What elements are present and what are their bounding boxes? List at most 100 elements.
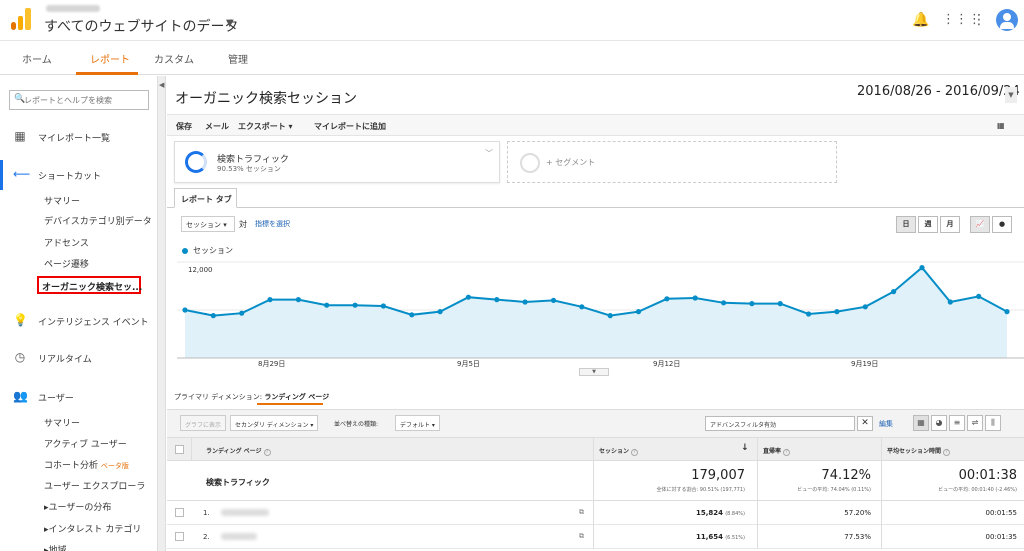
analytics-logo-icon[interactable] bbox=[11, 8, 33, 30]
tab-admin[interactable]: 管理 bbox=[228, 51, 248, 66]
data-point[interactable] bbox=[635, 309, 642, 315]
help-icon[interactable]: ? bbox=[783, 449, 791, 456]
data-point[interactable] bbox=[721, 300, 727, 306]
sidebar-item-adsense[interactable]: アドセンス bbox=[44, 236, 89, 249]
bell-icon[interactable]: 🔔 bbox=[912, 12, 929, 28]
column-header-bounce-rate[interactable]: 直帰率? bbox=[763, 446, 791, 456]
sidebar-item-my-reports[interactable]: ▦ マイレポート一覧 bbox=[0, 128, 158, 146]
data-point[interactable] bbox=[210, 313, 216, 319]
select-metric-link[interactable]: 指標を選択 bbox=[255, 219, 290, 229]
sessions-chart[interactable] bbox=[177, 258, 1024, 368]
caret-down-icon[interactable]: ▼ bbox=[226, 18, 234, 29]
segment-card[interactable]: 検索トラフィック 90.53% セッション ﹀ bbox=[174, 141, 500, 183]
sidebar-item-device[interactable]: デバイスカテゴリ別データ bbox=[44, 214, 152, 227]
data-point[interactable] bbox=[409, 312, 415, 318]
row-checkbox[interactable] bbox=[175, 532, 184, 541]
column-header-landing-page[interactable]: ランディング ページ? bbox=[206, 446, 271, 456]
chevron-down-icon[interactable]: ▼ bbox=[1005, 87, 1017, 103]
dimension-landing-page[interactable]: ランディング ページ bbox=[264, 393, 329, 401]
sidebar-collapse-toggle[interactable]: ◀ bbox=[158, 76, 166, 551]
export-button[interactable]: エクスポート ▾ bbox=[238, 121, 293, 132]
column-header-avg-duration[interactable]: 平均セッション時間? bbox=[887, 446, 951, 456]
plot-rows-button[interactable]: グラフに表示 bbox=[180, 415, 227, 431]
external-link-icon[interactable]: ⧉ bbox=[579, 532, 584, 541]
sidebar-item-demographics[interactable]: ▸ユーザーの分布 bbox=[44, 500, 111, 513]
tab-custom[interactable]: カスタム bbox=[154, 51, 194, 66]
edit-filter-link[interactable]: 編集 bbox=[879, 419, 893, 429]
sidebar-item-realtime[interactable]: ◷ リアルタイム bbox=[0, 349, 158, 367]
add-to-dashboard-button[interactable]: マイレポートに追加 bbox=[314, 121, 386, 132]
data-point[interactable] bbox=[862, 304, 868, 310]
metric-select[interactable]: セッション ▾ bbox=[181, 216, 235, 232]
external-link-icon[interactable]: ⧉ bbox=[579, 508, 584, 517]
sidebar-item-page-flow[interactable]: ページ遷移 bbox=[44, 257, 89, 270]
data-point[interactable] bbox=[947, 299, 953, 305]
data-point[interactable] bbox=[579, 304, 585, 310]
advanced-filter-input[interactable]: アドバンスフィルタ有効 bbox=[705, 416, 855, 431]
pivot-view-icon[interactable]: ⫼ bbox=[985, 415, 1001, 431]
chart-resize-handle[interactable]: ▼ bbox=[579, 368, 609, 376]
data-point[interactable] bbox=[380, 303, 386, 309]
data-point[interactable] bbox=[806, 311, 812, 317]
comparison-view-icon[interactable]: ⇌ bbox=[967, 415, 983, 431]
pie-view-icon[interactable]: ◕ bbox=[931, 415, 947, 431]
close-icon[interactable]: ✕ bbox=[857, 416, 873, 431]
data-point[interactable] bbox=[494, 297, 500, 303]
data-point[interactable] bbox=[919, 265, 925, 271]
sidebar-search-input[interactable] bbox=[24, 93, 146, 107]
select-all-checkbox[interactable] bbox=[175, 445, 184, 454]
data-point[interactable] bbox=[607, 313, 613, 319]
save-button[interactable]: 保存 bbox=[176, 121, 192, 132]
chevron-down-icon[interactable]: ﹀ bbox=[485, 148, 493, 159]
sidebar-item-intelligence[interactable]: 💡 インテリジェンス イベント bbox=[0, 312, 158, 330]
motion-chart-icon[interactable]: ● bbox=[992, 216, 1012, 233]
email-button[interactable]: メール bbox=[205, 121, 229, 132]
data-point[interactable] bbox=[664, 296, 670, 302]
help-icon[interactable]: ? bbox=[943, 449, 951, 456]
period-month-button[interactable]: 月 bbox=[940, 216, 960, 233]
data-point[interactable] bbox=[976, 293, 982, 299]
sort-type-select[interactable]: デフォルト ▾ bbox=[395, 415, 440, 431]
data-point[interactable] bbox=[324, 302, 330, 308]
data-point[interactable] bbox=[749, 301, 755, 307]
account-title[interactable]: すべてのウェブサイトのデータ bbox=[44, 16, 238, 36]
table-row[interactable]: 1. ⧉ 15,824 (8.84%) 57.20% 00:01:55 bbox=[167, 501, 1024, 525]
tab-report[interactable]: レポート タブ bbox=[174, 188, 237, 208]
avatar[interactable] bbox=[996, 9, 1018, 31]
table-row[interactable]: 2. ⧉ 11,654 (6.51%) 77.53% 00:01:35 bbox=[167, 525, 1024, 549]
data-point[interactable] bbox=[1004, 309, 1010, 315]
row-checkbox[interactable] bbox=[175, 508, 184, 517]
data-point[interactable] bbox=[182, 307, 188, 313]
sidebar-item-cohort[interactable]: コホート分析 ベータ版 bbox=[44, 458, 129, 471]
period-day-button[interactable]: 日 bbox=[896, 216, 916, 233]
table-view-icon[interactable]: ▦ bbox=[913, 415, 929, 431]
data-point[interactable] bbox=[437, 309, 443, 315]
sidebar-item-users[interactable]: 👥 ユーザー bbox=[0, 388, 158, 406]
data-point[interactable] bbox=[352, 302, 358, 308]
data-point[interactable] bbox=[239, 310, 245, 316]
data-point[interactable] bbox=[522, 299, 528, 305]
sidebar-item-interests[interactable]: ▸インタレスト カテゴリ bbox=[44, 522, 141, 535]
help-icon[interactable]: ? bbox=[263, 449, 271, 456]
help-icon[interactable]: ? bbox=[631, 449, 639, 456]
data-point[interactable] bbox=[891, 289, 897, 295]
sidebar-item-active-users[interactable]: アクティブ ユーザー bbox=[44, 437, 127, 450]
sidebar-item-summary[interactable]: サマリー bbox=[44, 194, 80, 207]
line-chart-icon[interactable]: 📈 bbox=[970, 216, 990, 233]
landing-page-blurred[interactable] bbox=[221, 533, 257, 540]
data-point[interactable] bbox=[777, 301, 783, 307]
date-range-picker[interactable]: 2016/08/26 - 2016/09/24 bbox=[857, 84, 1020, 99]
data-point[interactable] bbox=[834, 309, 840, 315]
more-vert-icon[interactable]: ⋮ bbox=[972, 12, 986, 28]
add-segment-button[interactable]: + セグメント bbox=[507, 141, 837, 183]
landing-page-blurred[interactable] bbox=[221, 509, 269, 516]
sidebar-item-user-summary[interactable]: サマリー bbox=[44, 416, 80, 429]
sort-arrow-icon[interactable]: ↓ bbox=[741, 443, 749, 453]
data-point[interactable] bbox=[295, 297, 301, 303]
data-point[interactable] bbox=[465, 294, 471, 300]
data-point[interactable] bbox=[267, 297, 273, 303]
data-point[interactable] bbox=[550, 297, 557, 303]
column-header-sessions[interactable]: セッション? bbox=[599, 446, 639, 456]
data-point[interactable] bbox=[692, 295, 698, 301]
sidebar-item-organic-search[interactable]: オーガニック検索セッ... bbox=[37, 276, 142, 294]
